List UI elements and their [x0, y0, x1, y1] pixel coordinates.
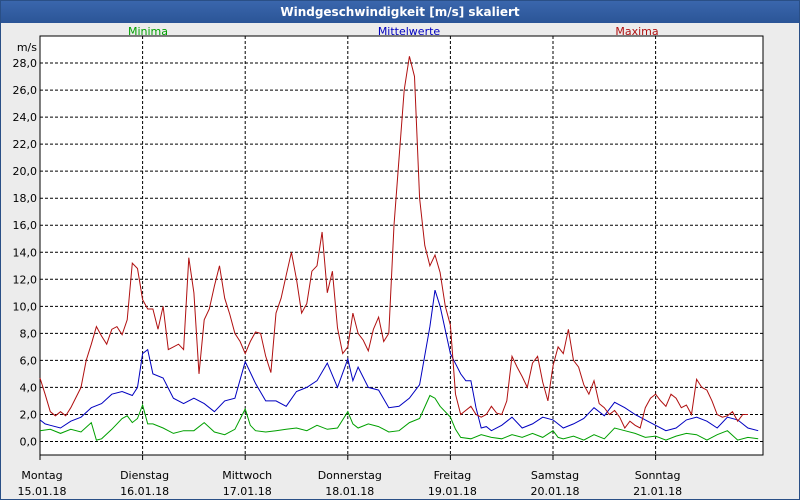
x-tick-date: 18.01.18: [325, 485, 374, 498]
x-tick-weekday: Mittwoch: [222, 469, 272, 482]
y-tick-label: 14,0: [13, 246, 38, 259]
y-tick-label: 10,0: [13, 300, 38, 313]
y-tick-label: 24,0: [13, 111, 38, 124]
y-tick-label: 28,0: [13, 57, 38, 70]
y-tick-label: 20,0: [13, 165, 38, 178]
y-axis-label: m/s: [17, 41, 37, 54]
x-tick-date: 15.01.18: [18, 485, 67, 498]
legend-maxima: Maxima: [615, 25, 658, 38]
x-tick-date: 20.01.18: [531, 485, 580, 498]
x-tick-weekday: Sonntag: [635, 469, 681, 482]
y-tick-label: 6,0: [20, 354, 38, 367]
x-tick-date: 19.01.18: [428, 485, 477, 498]
x-tick-date: 16.01.18: [120, 485, 169, 498]
x-tick-weekday: Donnerstag: [318, 469, 382, 482]
x-tick-date: 17.01.18: [223, 485, 272, 498]
y-tick-label: 12,0: [13, 273, 38, 286]
x-tick-weekday: Freitag: [434, 469, 472, 482]
chart-area: 0,0 2,0 4,0 6,0 8,0 10,0 12,0 14,0 16,0 18,0 20,0 2…: [13, 25, 764, 498]
y-tick-label: 26,0: [13, 84, 38, 97]
legend-minima: Minima: [128, 25, 168, 38]
x-tick-weekday: Dienstag: [120, 469, 169, 482]
plot-background: [39, 35, 764, 456]
y-tick-label: 0,0: [20, 435, 38, 448]
x-tick-date: 21.01.18: [633, 485, 682, 498]
y-tick-label: 4,0: [20, 381, 38, 394]
y-tick-label: 16,0: [13, 219, 38, 232]
x-tick-weekday: Samstag: [531, 469, 579, 482]
y-tick-label: 22,0: [13, 138, 38, 151]
x-tick-weekday: Montag: [21, 469, 62, 482]
legend-mittelwerte: Mittelwerte: [378, 25, 441, 38]
y-tick-label: 18,0: [13, 192, 38, 205]
y-tick-label: 8,0: [20, 327, 38, 340]
y-tick-label: 2,0: [20, 408, 38, 421]
